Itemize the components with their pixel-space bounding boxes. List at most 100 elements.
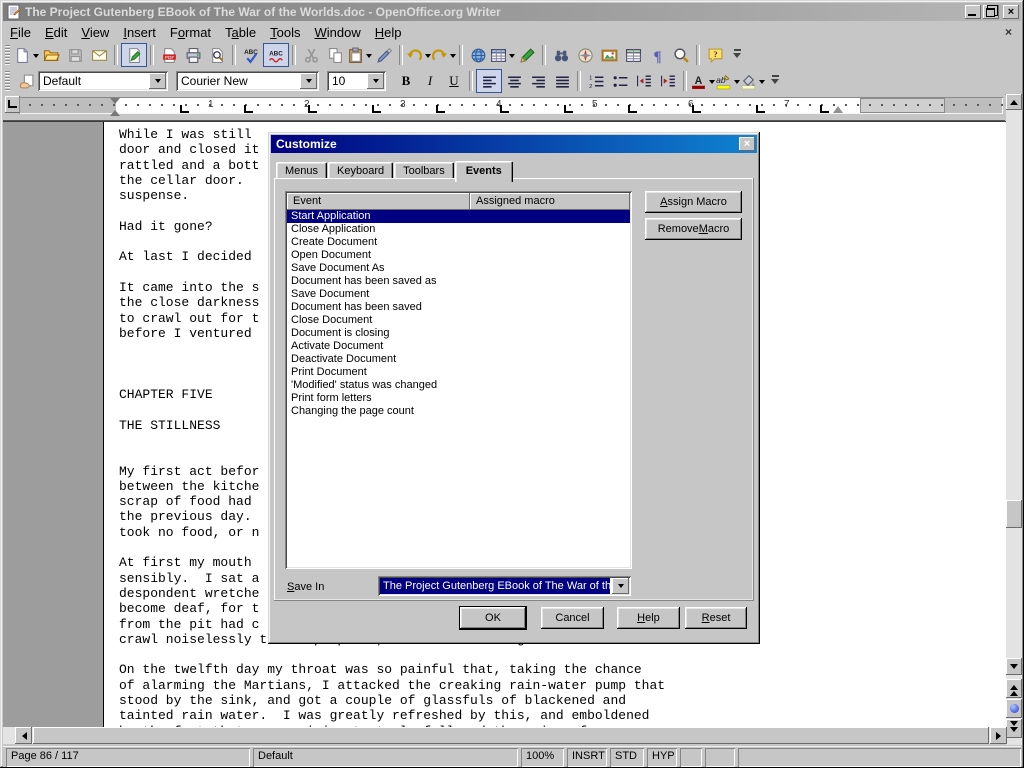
- toolbar-overflow-icon[interactable]: [769, 71, 781, 91]
- draw-functions-button[interactable]: [515, 43, 539, 67]
- font-name-value[interactable]: Courier New: [176, 71, 298, 91]
- nonprinting-characters-button[interactable]: ¶: [645, 43, 669, 67]
- chevron-down-icon[interactable]: [367, 73, 384, 89]
- menu-edit[interactable]: Edit: [38, 23, 74, 42]
- title-bar[interactable]: The Project Gutenberg EBook of The War o…: [3, 3, 1021, 21]
- paste-button[interactable]: [347, 43, 372, 67]
- help-button[interactable]: Help: [617, 607, 680, 629]
- print-file-button[interactable]: [181, 43, 205, 67]
- page-indicator[interactable]: Page 86 / 117: [6, 748, 250, 767]
- page-preview-button[interactable]: [205, 43, 229, 67]
- zoom-button[interactable]: [669, 43, 693, 67]
- event-list[interactable]: EventAssigned macro Start ApplicationClo…: [285, 191, 632, 569]
- align-justify-button[interactable]: [550, 69, 574, 93]
- bullet-list-button[interactable]: [608, 69, 632, 93]
- menu-tools[interactable]: Tools: [263, 23, 307, 42]
- dropdown-arrow-icon[interactable]: [759, 80, 765, 87]
- menu-insert[interactable]: Insert: [116, 23, 163, 42]
- scroll-left-icon[interactable]: [15, 727, 32, 744]
- event-list-item[interactable]: Start Application: [287, 210, 630, 223]
- tab-stop-marker[interactable]: [436, 105, 445, 113]
- vertical-scrollbar[interactable]: [1006, 94, 1022, 745]
- edit-file-button[interactable]: [121, 43, 147, 67]
- event-list-item[interactable]: Print Document: [287, 366, 630, 379]
- dropdown-arrow-icon[interactable]: [450, 54, 456, 61]
- autospellcheck-button[interactable]: ABC: [263, 43, 289, 67]
- event-list-item[interactable]: Close Application: [287, 223, 630, 236]
- event-list-item[interactable]: Document has been saved: [287, 301, 630, 314]
- event-list-item[interactable]: Close Document: [287, 314, 630, 327]
- zoom-level[interactable]: 100%: [521, 748, 564, 767]
- vertical-scroll-thumb[interactable]: [1006, 500, 1022, 528]
- highlighting-button[interactable]: ab: [715, 69, 740, 93]
- navigator-button[interactable]: [573, 43, 597, 67]
- horizontal-ruler[interactable]: 1234567: [19, 97, 1003, 114]
- restore-button[interactable]: [983, 5, 999, 19]
- previous-page-icon[interactable]: [1006, 679, 1022, 698]
- hyperlink-button[interactable]: [466, 43, 490, 67]
- selection-mode[interactable]: STD: [610, 748, 644, 767]
- close-document-icon[interactable]: ×: [1002, 25, 1015, 39]
- tab-stop-marker[interactable]: [180, 105, 189, 113]
- tab-type-button[interactable]: [5, 96, 20, 113]
- close-button[interactable]: ×: [1003, 5, 1019, 19]
- font-color-button[interactable]: A: [690, 69, 715, 93]
- menu-view[interactable]: View: [74, 23, 116, 42]
- toolbar-overflow-icon[interactable]: [731, 45, 743, 65]
- align-left-button[interactable]: [476, 69, 502, 93]
- decrease-indent-button[interactable]: [632, 69, 656, 93]
- spellcheck-button[interactable]: ABC: [239, 43, 263, 67]
- find-replace-button[interactable]: [549, 43, 573, 67]
- menu-help[interactable]: Help: [368, 23, 409, 42]
- align-center-button[interactable]: [502, 69, 526, 93]
- bold-button[interactable]: B: [394, 69, 418, 93]
- scroll-up-icon[interactable]: [1006, 94, 1022, 110]
- tab-stop-marker[interactable]: [564, 105, 573, 113]
- chevron-down-icon[interactable]: [149, 73, 166, 89]
- tab-stop-marker[interactable]: [372, 105, 381, 113]
- insert-table-button[interactable]: [490, 43, 515, 67]
- remove-macro-button[interactable]: Remove Macro: [645, 218, 742, 240]
- menu-table[interactable]: Table: [218, 23, 263, 42]
- italic-button[interactable]: I: [418, 69, 442, 93]
- event-list-item[interactable]: Document has been saved as: [287, 275, 630, 288]
- paragraph-style-combo[interactable]: Default: [38, 71, 168, 91]
- gallery-button[interactable]: [597, 43, 621, 67]
- chevron-down-icon[interactable]: [612, 578, 629, 594]
- event-list-item[interactable]: Document is closing: [287, 327, 630, 340]
- horizontal-scroll-thumb[interactable]: [33, 727, 989, 744]
- event-list-item[interactable]: Open Document: [287, 249, 630, 262]
- cancel-button[interactable]: Cancel: [541, 607, 604, 629]
- dialog-close-button[interactable]: ×: [739, 137, 755, 151]
- tab-events[interactable]: Events: [455, 161, 513, 182]
- event-list-item[interactable]: Create Document: [287, 236, 630, 249]
- minimize-button[interactable]: [965, 5, 981, 19]
- save-in-combo[interactable]: The Project Gutenberg EBook of The War o…: [378, 576, 631, 596]
- tab-stop-marker[interactable]: [308, 105, 317, 113]
- tab-stop-marker[interactable]: [628, 105, 637, 113]
- numbered-list-button[interactable]: 12: [584, 69, 608, 93]
- menu-file[interactable]: File: [3, 23, 38, 42]
- align-right-button[interactable]: [526, 69, 550, 93]
- paragraph-style-value[interactable]: Default: [38, 71, 147, 91]
- event-list-item[interactable]: Save Document As: [287, 262, 630, 275]
- background-color-button[interactable]: [740, 69, 765, 93]
- tab-stop-marker[interactable]: [244, 105, 253, 113]
- tab-stop-marker[interactable]: [692, 105, 701, 113]
- scroll-down-icon[interactable]: [1006, 658, 1022, 675]
- font-size-combo[interactable]: 10: [327, 71, 386, 91]
- assign-macro-button[interactable]: Assign Macro: [645, 191, 742, 213]
- page-style-indicator[interactable]: Default: [253, 748, 518, 767]
- toolbar-grip[interactable]: [5, 71, 10, 91]
- insert-mode[interactable]: INSRT: [567, 748, 607, 767]
- save-in-value[interactable]: The Project Gutenberg EBook of The War o…: [380, 578, 610, 594]
- hyperlink-mode[interactable]: HYP: [647, 748, 677, 767]
- increase-indent-button[interactable]: [656, 69, 680, 93]
- save-document-button[interactable]: [63, 43, 87, 67]
- data-sources-button[interactable]: [621, 43, 645, 67]
- navigation-dot-icon[interactable]: [1006, 699, 1022, 718]
- send-email-button[interactable]: [87, 43, 111, 67]
- export-pdf-button[interactable]: PDF: [157, 43, 181, 67]
- next-page-icon[interactable]: [1006, 719, 1022, 738]
- font-name-combo[interactable]: Courier New: [176, 71, 319, 91]
